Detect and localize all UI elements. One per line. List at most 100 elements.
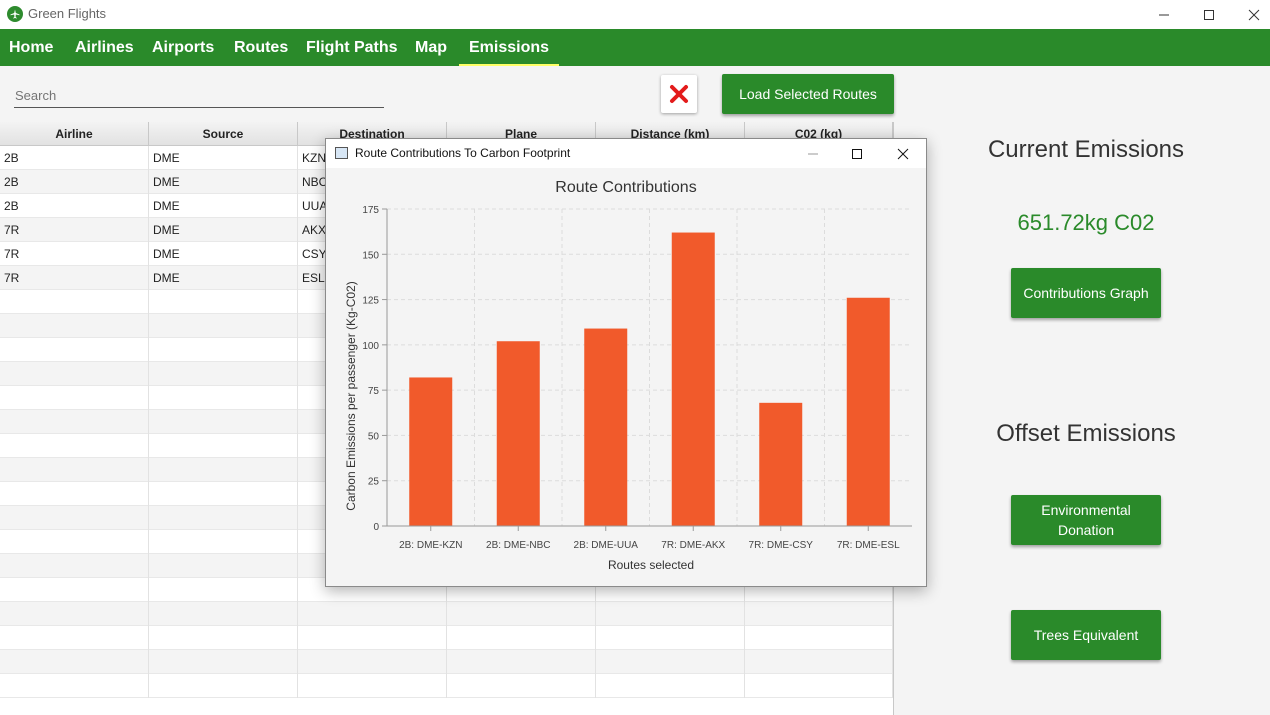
- table-cell: [447, 626, 596, 650]
- table-cell: [149, 362, 298, 386]
- table-cell: [149, 650, 298, 674]
- table-cell: [149, 626, 298, 650]
- bar-7r-dme-csy[interactable]: [759, 402, 803, 526]
- table-cell: 2B: [0, 194, 149, 218]
- trees-equivalent-button[interactable]: Trees Equivalent: [1011, 610, 1161, 660]
- table-cell: [596, 650, 745, 674]
- table-cell: [0, 410, 149, 434]
- dialog-title-bar[interactable]: Route Contributions To Carbon Footprint: [326, 139, 926, 168]
- table-cell: [0, 530, 149, 554]
- table-cell: DME: [149, 266, 298, 290]
- table-cell: [0, 626, 149, 650]
- table-cell: [149, 410, 298, 434]
- table-cell: [447, 650, 596, 674]
- search-input[interactable]: [14, 84, 384, 108]
- x-tick-label: 7R: DME-ESL: [837, 540, 900, 551]
- contributions-graph-button[interactable]: Contributions Graph: [1011, 268, 1161, 318]
- y-tick-label: 125: [362, 296, 379, 307]
- y-tick-label: 0: [373, 522, 379, 533]
- table-cell: [447, 674, 596, 698]
- y-tick-label: 25: [368, 477, 380, 488]
- empty-table-row: [0, 650, 893, 674]
- table-cell: DME: [149, 170, 298, 194]
- y-tick-label: 50: [368, 431, 380, 442]
- minimize-icon[interactable]: [1141, 0, 1186, 29]
- x-tick-label: 2B: DME-NBC: [486, 540, 550, 551]
- y-axis-label: Carbon Emissions per passenger (Kg-C02): [344, 281, 358, 510]
- load-selected-routes-button[interactable]: Load Selected Routes: [722, 74, 894, 114]
- table-cell: [149, 338, 298, 362]
- table-cell: [0, 386, 149, 410]
- table-cell: [745, 674, 893, 698]
- current-emissions-heading: Current Emissions: [987, 136, 1185, 163]
- column-header-airline[interactable]: Airline: [0, 122, 149, 146]
- dialog-minimize-icon[interactable]: [791, 139, 835, 168]
- bar-7r-dme-akx[interactable]: [671, 232, 715, 526]
- close-icon[interactable]: [1231, 0, 1270, 29]
- table-cell: [149, 482, 298, 506]
- menu-bar: Home Airlines Airports Routes Flight Pat…: [0, 29, 1270, 66]
- bar-2b-dme-uua[interactable]: [584, 328, 628, 526]
- menu-routes[interactable]: Routes: [234, 29, 288, 66]
- x-tick-label: 7R: DME-AKX: [661, 540, 725, 551]
- table-cell: [149, 434, 298, 458]
- table-cell: [149, 386, 298, 410]
- airplane-app-icon: [7, 6, 23, 22]
- dialog-title: Route Contributions To Carbon Footprint: [355, 146, 571, 160]
- table-cell: 7R: [0, 266, 149, 290]
- table-cell: [0, 458, 149, 482]
- table-cell: [0, 602, 149, 626]
- dialog-close-icon[interactable]: [881, 139, 925, 168]
- empty-table-row: [0, 626, 893, 650]
- table-cell: DME: [149, 194, 298, 218]
- table-cell: DME: [149, 146, 298, 170]
- column-header-source[interactable]: Source: [149, 122, 298, 146]
- table-cell: [745, 626, 893, 650]
- menu-flight-paths[interactable]: Flight Paths: [306, 29, 398, 66]
- table-cell: 2B: [0, 170, 149, 194]
- table-cell: [298, 650, 447, 674]
- menu-airlines[interactable]: Airlines: [75, 29, 134, 66]
- table-cell: [149, 290, 298, 314]
- current-emissions-value: 651.72kg C02: [1017, 210, 1155, 235]
- window-title-bar: Green Flights: [0, 0, 1270, 29]
- table-cell: [149, 578, 298, 602]
- environmental-donation-button[interactable]: Environmental Donation: [1011, 495, 1161, 545]
- menu-emissions[interactable]: Emissions: [458, 29, 560, 66]
- bar-2b-dme-nbc[interactable]: [496, 341, 540, 526]
- route-contributions-chart: 0 25 50 75 100 125 150 175 2B: DME-KZN 2B: DME-NB…: [344, 179, 912, 572]
- table-cell: [0, 506, 149, 530]
- x-tick-label: 2B: DME-UUA: [574, 540, 639, 551]
- table-cell: [447, 602, 596, 626]
- table-cell: [149, 506, 298, 530]
- table-cell: [0, 578, 149, 602]
- table-cell: [0, 674, 149, 698]
- route-contributions-dialog: Route Contributions To Carbon Footprint …: [325, 138, 927, 587]
- table-cell: 7R: [0, 242, 149, 266]
- table-cell: DME: [149, 218, 298, 242]
- dialog-maximize-icon[interactable]: [835, 139, 879, 168]
- bar-7r-dme-esl[interactable]: [846, 297, 890, 526]
- table-cell: [298, 674, 447, 698]
- bar-2b-dme-kzn[interactable]: [409, 377, 453, 526]
- clear-selection-button[interactable]: [661, 75, 697, 113]
- menu-map[interactable]: Map: [415, 29, 447, 66]
- y-tick-label: 150: [362, 250, 379, 261]
- red-x-icon: [670, 85, 688, 103]
- app-title: Green Flights: [28, 6, 107, 21]
- table-cell: DME: [149, 242, 298, 266]
- table-cell: [0, 338, 149, 362]
- x-tick-label: 7R: DME-CSY: [749, 540, 814, 551]
- y-tick-label: 100: [362, 341, 379, 352]
- maximize-icon[interactable]: [1186, 0, 1231, 29]
- table-cell: [0, 314, 149, 338]
- table-cell: 7R: [0, 218, 149, 242]
- chart-title: Route Contributions: [555, 179, 696, 196]
- table-cell: [298, 602, 447, 626]
- empty-table-row: [0, 674, 893, 698]
- table-cell: [149, 602, 298, 626]
- table-cell: [0, 290, 149, 314]
- window-icon: [335, 147, 348, 159]
- menu-home[interactable]: Home: [9, 29, 53, 66]
- menu-airports[interactable]: Airports: [152, 29, 214, 66]
